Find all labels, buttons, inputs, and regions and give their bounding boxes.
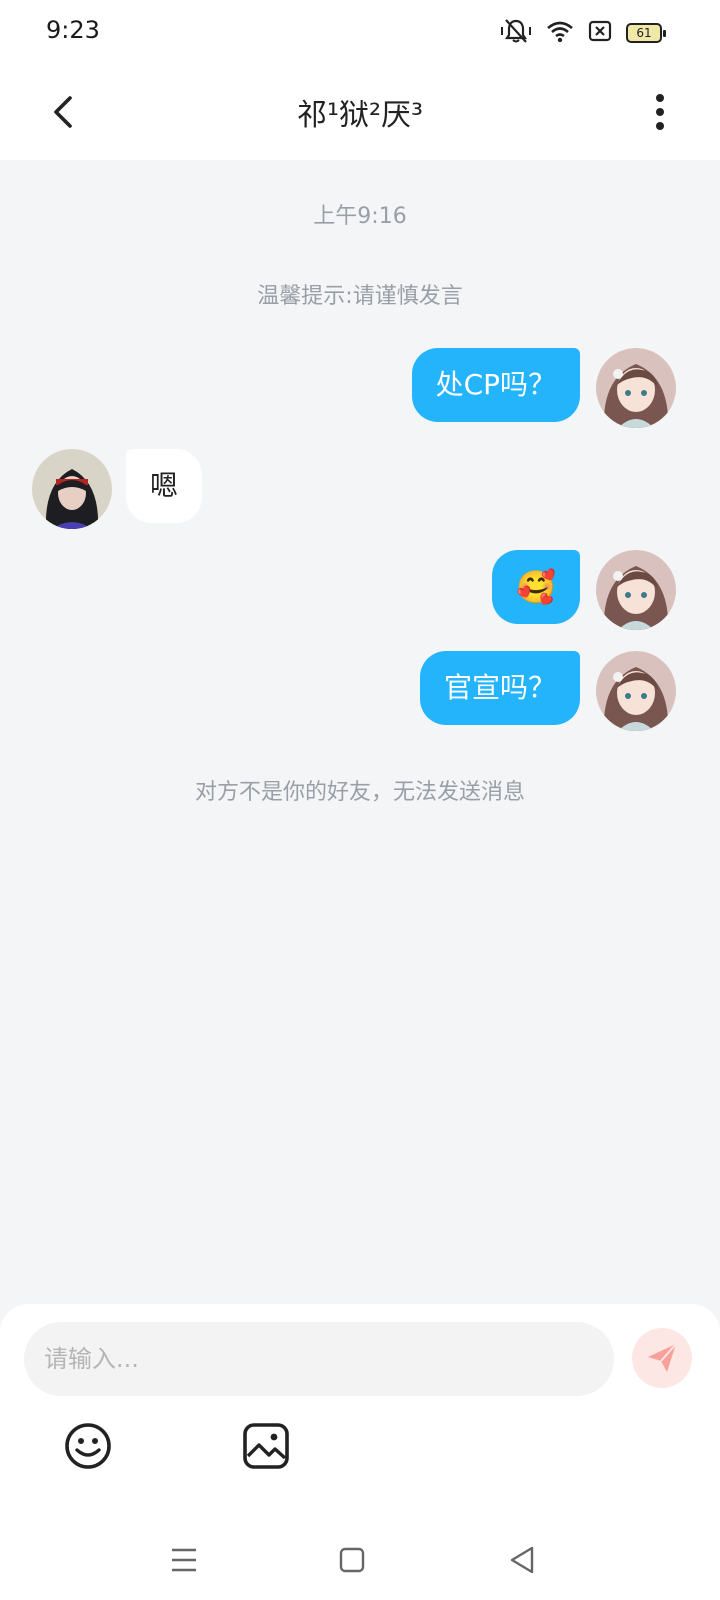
image-button[interactable] bbox=[240, 1420, 292, 1472]
more-button[interactable] bbox=[640, 88, 680, 136]
emoji-button[interactable] bbox=[62, 1420, 114, 1472]
avatar-contact[interactable] bbox=[32, 449, 112, 529]
emoji-icon bbox=[65, 1423, 111, 1469]
message-input[interactable] bbox=[24, 1322, 614, 1396]
menu-icon bbox=[172, 1548, 196, 1572]
message-timestamp: 上午9:16 bbox=[313, 204, 407, 229]
avatar-self[interactable] bbox=[596, 651, 676, 731]
message-bubble-sent[interactable]: 🥰 bbox=[492, 550, 580, 624]
avatar-self[interactable] bbox=[596, 550, 676, 630]
nav-back-button[interactable] bbox=[504, 1542, 540, 1578]
not-friend-notice: 对方不是你的好友，无法发送消息 bbox=[194, 780, 525, 805]
back-icon bbox=[510, 1546, 534, 1574]
mute-vibrate-icon bbox=[500, 17, 532, 49]
nav-menu-button[interactable] bbox=[166, 1542, 202, 1578]
image-icon bbox=[243, 1423, 289, 1469]
message-bubble-received[interactable]: 嗯 bbox=[126, 449, 203, 523]
chat-area[interactable]: 上午9:16 温馨提示:请谨慎发言 处CP吗？ 嗯 🥰 官宣吗？ 对方不是你的好… bbox=[0, 160, 720, 1304]
wifi-icon bbox=[546, 19, 574, 47]
chat-header: 祁¹狱²厌³ bbox=[0, 62, 720, 160]
message-bubble-sent[interactable]: 官宣吗？ bbox=[419, 651, 580, 725]
nav-home-button[interactable] bbox=[334, 1542, 370, 1578]
status-time: 9:23 bbox=[46, 16, 100, 44]
status-icons: 61 bbox=[500, 17, 666, 49]
home-icon bbox=[339, 1547, 365, 1573]
sim-none-icon bbox=[588, 20, 612, 46]
system-nav-bar bbox=[0, 1520, 720, 1600]
more-vertical-icon bbox=[656, 94, 664, 130]
tip-text: 温馨提示:请谨慎发言 bbox=[257, 284, 463, 309]
battery-icon: 61 bbox=[626, 23, 666, 43]
message-bubble-sent[interactable]: 处CP吗？ bbox=[411, 348, 580, 422]
avatar-self[interactable] bbox=[596, 348, 676, 428]
chat-title: 祁¹狱²厌³ bbox=[296, 98, 424, 133]
paper-plane-icon bbox=[648, 1343, 677, 1372]
send-button[interactable] bbox=[632, 1328, 692, 1388]
status-bar: 9:23 61 bbox=[0, 0, 720, 62]
